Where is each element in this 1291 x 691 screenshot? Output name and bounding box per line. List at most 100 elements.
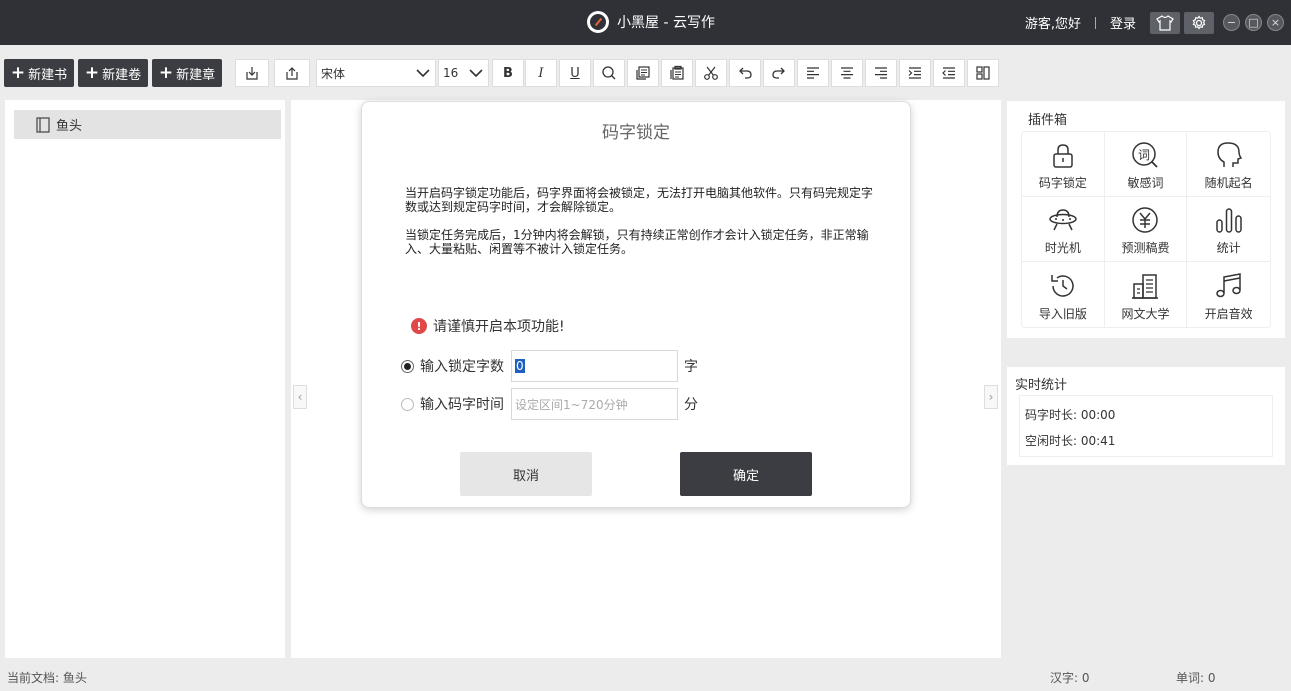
typing-time-radio[interactable] (401, 397, 414, 411)
svg-text:词: 词 (1138, 148, 1150, 162)
align-left-button[interactable] (797, 59, 829, 87)
typing-lock-dialog: 码字锁定 当开启码字锁定功能后，码字界面将会被锁定，无法打开电脑其他软件。只有码… (361, 101, 911, 508)
minimize-button[interactable]: − (1223, 14, 1240, 31)
plugin-label: 统计 (1216, 241, 1241, 255)
align-right-icon (875, 67, 887, 79)
italic-icon: I (538, 65, 544, 81)
plugin-typing-lock[interactable]: 码字锁定 (1022, 132, 1105, 197)
plugin-sound-effects[interactable]: 开启音效 (1187, 262, 1270, 327)
word-count-input[interactable]: 0 (511, 350, 678, 382)
stats-title: 实时统计 (1015, 378, 1068, 393)
plugin-label: 开启音效 (1204, 307, 1253, 321)
plugin-statistics[interactable]: 统计 (1187, 197, 1270, 262)
new-volume-button[interactable]: + 新建卷 (78, 59, 148, 87)
font-family-value: 宋体 (321, 66, 346, 81)
word-count-value: 0 (515, 359, 525, 373)
plugin-label: 导入旧版 (1038, 307, 1087, 321)
bold-button[interactable]: B (492, 59, 524, 87)
book-icon (36, 116, 50, 133)
font-family-select[interactable]: 宋体 (316, 59, 436, 87)
paste-icon (670, 65, 684, 80)
plugin-time-machine[interactable]: 时光机 (1022, 197, 1105, 262)
plugin-webnovel-university[interactable]: 网文大学 (1105, 262, 1188, 327)
align-left-icon (807, 67, 819, 79)
typing-time-label: 输入码字时间 (420, 397, 504, 413)
doc-tree-item[interactable]: 鱼头 (14, 110, 281, 139)
skin-button[interactable] (1150, 11, 1180, 34)
confirm-button[interactable]: 确定 (680, 452, 812, 496)
italic-button[interactable]: I (525, 59, 557, 87)
typing-time-stat: 码字时长: 00:00 (1025, 408, 1116, 422)
underline-button[interactable]: U (559, 59, 591, 87)
redo-icon (772, 67, 785, 79)
search-button[interactable] (593, 59, 625, 87)
ufo-icon (1049, 209, 1077, 231)
plugin-sensitive-words[interactable]: 词 敏感词 (1104, 132, 1188, 197)
chevron-down-icon (469, 69, 483, 78)
indent-icon (908, 67, 921, 79)
yen-icon (1132, 207, 1159, 233)
greeting-text: 游客,您好 (1024, 17, 1081, 32)
paste-button[interactable] (661, 59, 693, 87)
gear-icon (1192, 14, 1206, 30)
import-button[interactable] (235, 59, 269, 87)
import-icon (246, 67, 258, 80)
copy-icon (636, 66, 650, 80)
warning-message: ! 请谨慎开启本项功能! (411, 316, 565, 336)
plus-icon: + (158, 62, 174, 83)
undo-button[interactable] (729, 59, 761, 87)
close-button[interactable]: × (1267, 14, 1284, 31)
collapse-left-button[interactable]: ‹ (293, 385, 307, 409)
plugin-predict-fee[interactable]: 预测稿费 (1104, 197, 1188, 262)
plugin-import-legacy[interactable]: 导入旧版 (1022, 262, 1105, 327)
maximize-button[interactable]: □ (1245, 14, 1262, 31)
new-chapter-button[interactable]: + 新建章 (152, 59, 222, 87)
lock-icon (1053, 144, 1073, 168)
cut-button[interactable] (695, 59, 727, 87)
bar-chart-icon (1215, 208, 1242, 233)
word-count-radio[interactable] (401, 359, 414, 373)
history-icon (1051, 275, 1074, 297)
chevron-left-icon: ‹ (297, 390, 303, 404)
layout-button[interactable] (967, 59, 999, 87)
align-right-button[interactable] (865, 59, 897, 87)
head-icon (1216, 142, 1242, 167)
plus-icon: + (84, 62, 100, 83)
warning-text: 请谨慎开启本项功能! (433, 319, 565, 335)
title-bar: 小黑屋 - 云写作 游客,您好 登录 − □ × (0, 0, 1291, 45)
export-icon (286, 67, 298, 80)
settings-button[interactable] (1184, 11, 1214, 34)
outdent-button[interactable] (933, 59, 965, 87)
export-button[interactable] (274, 59, 310, 87)
app-logo-icon (587, 11, 609, 33)
plugin-random-name[interactable]: 随机起名 (1187, 132, 1270, 197)
plugin-label: 时光机 (1044, 241, 1081, 255)
current-document-status: 当前文档: 鱼头 (7, 671, 87, 685)
login-link[interactable]: 登录 (1110, 13, 1136, 32)
align-center-button[interactable] (831, 59, 863, 87)
typing-time-unit: 分 (684, 397, 698, 413)
plugin-label: 网文大学 (1121, 307, 1170, 321)
font-size-select[interactable]: 16 (438, 59, 489, 87)
app-title: 小黑屋 - 云写作 (587, 10, 715, 34)
plugin-box-panel: 插件箱 码字锁定 词 敏感词 随机起名 时光机 预测稿费 统计 导入旧版 网文大… (1007, 101, 1285, 338)
search-icon (602, 66, 616, 80)
typing-time-option: 输入码字时间 设定区间1~720分钟 分 (401, 388, 698, 420)
word-count-unit: 字 (684, 359, 698, 375)
outdent-icon (942, 67, 955, 79)
word-count-status: 单词: 0 (1176, 671, 1216, 685)
new-chapter-label: 新建章 (176, 67, 216, 83)
window-title: 小黑屋 - 云写作 (617, 15, 715, 31)
new-volume-label: 新建卷 (102, 67, 142, 83)
title-bar-controls: 游客,您好 登录 − □ × (1025, 0, 1291, 45)
plugin-grid: 码字锁定 词 敏感词 随机起名 时光机 预测稿费 统计 导入旧版 网文大学 开启… (1021, 131, 1271, 328)
copy-button[interactable] (627, 59, 659, 87)
plugin-label: 预测稿费 (1121, 241, 1170, 255)
new-book-button[interactable]: + 新建书 (4, 59, 74, 87)
typing-time-input[interactable]: 设定区间1~720分钟 (511, 388, 678, 420)
chevron-right-icon: › (988, 390, 994, 404)
indent-button[interactable] (899, 59, 931, 87)
cancel-button[interactable]: 取消 (460, 452, 592, 496)
collapse-right-button[interactable]: › (984, 385, 998, 409)
redo-button[interactable] (763, 59, 795, 87)
